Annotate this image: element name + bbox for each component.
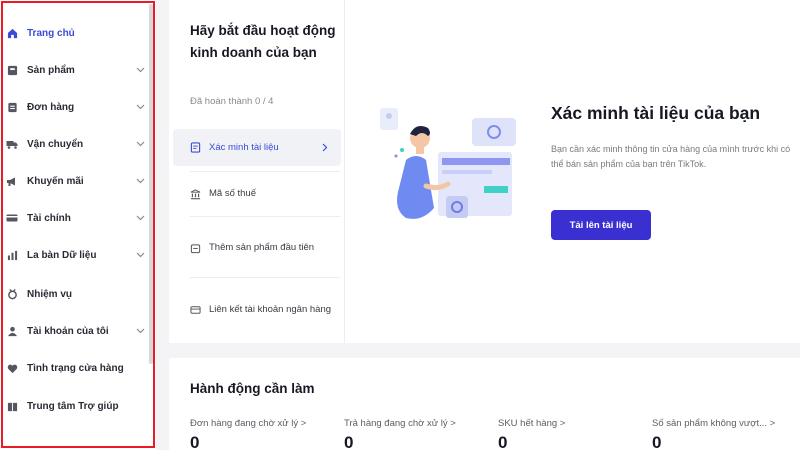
data-compass-icon <box>6 249 18 261</box>
sidebar-item-label: La bàn Dữ liệu <box>27 249 97 261</box>
sidebar-item-label: Nhiệm vụ <box>27 288 73 300</box>
sidebar-item-home[interactable]: Trang chủ <box>6 22 146 44</box>
sidebar-item-label: Trang chủ <box>27 27 75 39</box>
chevron-down-icon <box>134 101 146 113</box>
metric-label: Trả hàng đang chờ xử lý > <box>344 418 456 429</box>
step-divider <box>190 216 340 217</box>
chevron-down-icon <box>134 64 146 76</box>
metric-pending-returns[interactable]: Trả hàng đang chờ xử lý > 0 <box>344 418 494 450</box>
chevron-right-icon <box>319 143 331 152</box>
sidebar-item-label: Tài chính <box>27 212 71 224</box>
account-icon <box>6 325 18 337</box>
step-label: Xác minh tài liệu <box>209 141 279 153</box>
sidebar-item-label: Sản phẩm <box>27 64 75 76</box>
bank-icon <box>189 188 201 200</box>
hero-description: Bạn cần xác minh thông tin cửa hàng của … <box>551 144 791 169</box>
promotion-icon <box>6 175 18 187</box>
metric-label: Đơn hàng đang chờ xử lý > <box>190 418 307 429</box>
sidebar-item-tasks[interactable]: Nhiệm vụ <box>6 283 146 305</box>
step-divider <box>190 277 340 278</box>
order-icon <box>6 101 18 113</box>
card-icon <box>189 304 201 316</box>
sidebar-item-my-account[interactable]: Tài khoản của tôi <box>6 320 146 342</box>
task-icon <box>6 288 18 300</box>
chevron-down-icon <box>134 325 146 337</box>
actions-title: Hành động cần làm <box>190 381 315 396</box>
sidebar-item-promotions[interactable]: Khuyến mãi <box>6 170 146 192</box>
sidebar-item-label: Vận chuyển <box>27 138 84 150</box>
chevron-down-icon <box>134 138 146 150</box>
step-tax-code[interactable]: Mã số thuế <box>173 178 341 210</box>
onboarding-title: Hãy bắt đầu hoạt động kinh doanh của bạn <box>190 23 336 60</box>
product-icon <box>6 64 18 76</box>
step-label: Thêm sản phẩm đầu tiên <box>209 242 315 253</box>
sidebar-item-shop-health[interactable]: Tình trạng cửa hàng <box>6 357 146 379</box>
sidebar-item-data-compass[interactable]: La bàn Dữ liệu <box>6 244 146 266</box>
sidebar-scrollbar[interactable] <box>149 4 153 364</box>
metric-label: SKU hết hàng > <box>498 418 566 429</box>
sidebar-item-label: Khuyến mãi <box>27 175 84 187</box>
step-label: Mã số thuế <box>209 188 256 199</box>
upload-documents-button[interactable]: Tải lên tài liệu <box>551 210 651 240</box>
step-link-bank-account[interactable]: Liên kết tài khoản ngân hàng <box>173 290 341 330</box>
sidebar-item-help-center[interactable]: Trung tâm Trợ giúp <box>6 395 146 417</box>
metric-value: 0 <box>498 433 508 450</box>
metric-label: Số sản phẩm không vượt... > <box>652 418 776 429</box>
metric-value: 0 <box>190 433 200 450</box>
step-verify-documents[interactable]: Xác minh tài liệu <box>173 129 341 166</box>
metric-value: 0 <box>344 433 354 450</box>
step-label: Liên kết tài khoản ngân hàng <box>209 304 332 315</box>
box-icon <box>189 242 201 254</box>
sidebar-item-label: Đơn hàng <box>27 101 75 113</box>
hero-title: Xác minh tài liệu của bạn <box>551 103 761 123</box>
seller-center-page: Trang chủ Sản phẩm Đơn hàng Vận chuyển K… <box>0 0 800 450</box>
chevron-down-icon <box>134 175 146 187</box>
chevron-down-icon <box>134 212 146 224</box>
sidebar-item-products[interactable]: Sản phẩm <box>6 59 146 81</box>
metric-non-compliant-products[interactable]: Số sản phẩm không vượt... > 0 <box>652 418 800 450</box>
verify-documents-illustration <box>380 108 516 219</box>
metric-out-of-stock-sku[interactable]: SKU hết hàng > 0 <box>498 418 648 450</box>
home-icon <box>6 27 18 39</box>
metric-pending-orders[interactable]: Đơn hàng đang chờ xử lý > 0 <box>190 418 340 450</box>
metric-value: 0 <box>652 433 662 450</box>
onboarding-progress: Đã hoàn thành 0 / 4 <box>190 96 274 107</box>
document-icon <box>189 142 201 154</box>
chevron-down-icon <box>134 249 146 261</box>
step-divider <box>190 171 340 172</box>
step-add-first-product[interactable]: Thêm sản phẩm đầu tiên <box>173 228 341 268</box>
sidebar-item-orders[interactable]: Đơn hàng <box>6 96 146 118</box>
sidebar-item-label: Trung tâm Trợ giúp <box>27 400 119 412</box>
finance-icon <box>6 212 18 224</box>
sidebar-item-label: Tài khoản của tôi <box>27 325 109 337</box>
sidebar-item-label: Tình trạng cửa hàng <box>27 362 124 374</box>
shipping-icon <box>6 138 18 150</box>
sidebar: Trang chủ Sản phẩm Đơn hàng Vận chuyển K… <box>0 0 156 450</box>
help-center-icon <box>6 400 18 412</box>
sidebar-item-shipping[interactable]: Vận chuyển <box>6 133 146 155</box>
shop-health-icon <box>6 362 18 374</box>
sidebar-item-finance[interactable]: Tài chính <box>6 207 146 229</box>
